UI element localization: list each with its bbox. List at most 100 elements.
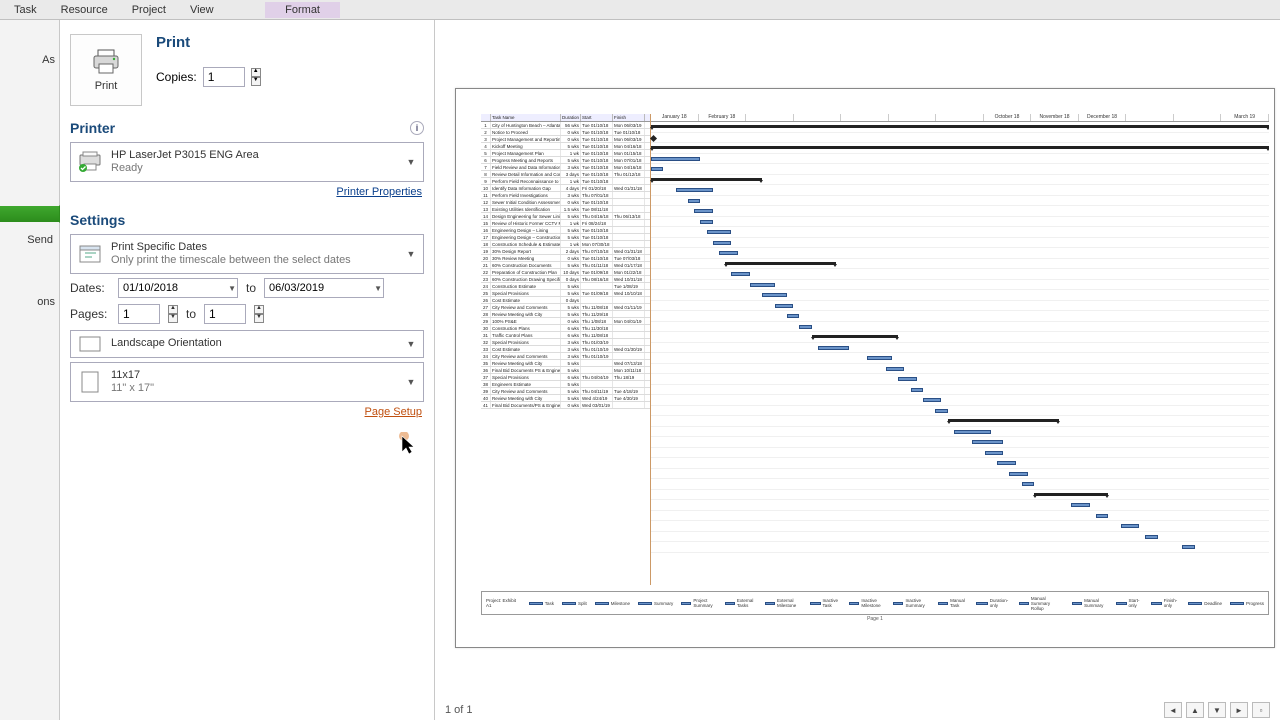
table-row: 41Final Bid Documents/PS & Engineer Esti… [481, 402, 650, 409]
table-row: 13Existing Utilities Identification1.5 w… [481, 206, 650, 213]
calendar-range-icon [77, 241, 103, 267]
table-row: 40Review Meeting with City5 wksWed 4/24/… [481, 395, 650, 402]
copies-spinner[interactable]: ▲▼ [251, 68, 261, 86]
pages-to-spinner[interactable]: ▲▼ [254, 305, 264, 323]
printer-properties-link[interactable]: Printer Properties [336, 186, 422, 198]
print-range-sub: Only print the timescale between the sel… [111, 254, 397, 267]
chevron-down-icon: ▼ [405, 249, 417, 259]
next-page-button[interactable]: ► [1230, 702, 1248, 718]
down-button[interactable]: ▼ [1208, 702, 1226, 718]
pages-label: Pages: [70, 307, 110, 321]
preview-status-bar: 1 of 1 ◄ ▲ ▼ ► ▫ [435, 700, 1280, 720]
table-row: 14Design Engineering for Sewer Lining an… [481, 213, 650, 220]
paper-size-dropdown[interactable]: 11x17 11" x 17" ▼ [70, 362, 424, 402]
table-row: 2360% Construction Drawing Specification… [481, 276, 650, 283]
nav-open[interactable] [0, 84, 59, 96]
orientation-value: Landscape Orientation [111, 337, 397, 350]
table-row: 17Engineering Design – Construction5 wks… [481, 234, 650, 241]
paper-size-title: 11x17 [111, 369, 397, 382]
printer-icon [90, 48, 122, 76]
gantt-chart: January 18February 18October 18November … [651, 114, 1269, 585]
preview-page: Task NameDurationStartFinish 1City of Hu… [455, 88, 1275, 648]
table-row: 8Review Detail Information and Compile B… [481, 171, 650, 178]
table-row: 11Perform Field Investigations3 wksThu 0… [481, 192, 650, 199]
print-settings-panel: Print Print Copies: ▲▼ Printer i HP Lase… [60, 20, 435, 720]
pages-from-spinner[interactable]: ▲▼ [168, 305, 178, 323]
table-row: 36Final Bid Documents PS & Engineers Est… [481, 367, 650, 374]
up-button[interactable]: ▲ [1186, 702, 1204, 718]
table-row: 2160% Construction Documents5 wksThu 01/… [481, 262, 650, 269]
chevron-down-icon: ▼ [405, 157, 417, 167]
prev-page-button[interactable]: ◄ [1164, 702, 1182, 718]
chevron-down-icon: ▼ [405, 339, 417, 349]
nav-send[interactable]: Send [0, 222, 59, 258]
table-row: 16Engineering Design – Lining5 wksTue 01… [481, 227, 650, 234]
page-setup-link[interactable]: Page Setup [365, 406, 423, 418]
actual-size-button[interactable]: ▫ [1252, 702, 1270, 718]
gantt-legend: Project: Exhibit A1TaskSplitMilestoneSum… [481, 591, 1269, 615]
date-to-input[interactable] [264, 278, 384, 298]
printer-device-icon [77, 149, 103, 175]
table-row: 12Sewer Initial Condition Assessment Sur… [481, 199, 650, 206]
table-row: 34City Review and Comments3 wksThu 01/10… [481, 353, 650, 360]
printer-dropdown[interactable]: HP LaserJet P3015 ENG Area Ready ▼ [70, 142, 424, 182]
table-row: 28Review Meeting with City5 wksThu 11/29… [481, 311, 650, 318]
print-range-dropdown[interactable]: Print Specific Dates Only print the time… [70, 234, 424, 274]
table-row: 2Notice to Proceed0 wksTue 01/10/18Tue 0… [481, 129, 650, 136]
table-row: 22Preparation of Construction Plan10 day… [481, 269, 650, 276]
printer-status: Ready [111, 162, 397, 175]
nav-print[interactable] [0, 206, 59, 222]
backstage-nav: As Send ons [0, 20, 60, 720]
table-row: 6Progress Meeting and Reports5 wksTue 01… [481, 157, 650, 164]
copies-input[interactable] [203, 67, 245, 87]
table-row: 29100% PS&E0 wksThu 1/08/18Mon 04/01/19 [481, 318, 650, 325]
tab-format[interactable]: Format [265, 2, 340, 18]
table-row: 25Special Provisions5 wksTue 01/09/18Wed… [481, 290, 650, 297]
date-to-label: to [246, 281, 256, 295]
nav-options[interactable]: ons [0, 290, 59, 314]
table-row: 24Construction Estimate5 wksTue 1/08/19 [481, 283, 650, 290]
print-preview-area: Task NameDurationStartFinish 1City of Hu… [435, 20, 1280, 700]
pages-to-input[interactable] [204, 304, 246, 324]
page-icon [77, 369, 103, 395]
table-row: 10Identify Data Information Gap4 daysFri… [481, 185, 650, 192]
table-row: 5Project Management Plan1 wkTue 01/10/18… [481, 150, 650, 157]
printer-name: HP LaserJet P3015 ENG Area [111, 149, 397, 162]
pages-to-label: to [186, 307, 196, 321]
tab-project[interactable]: Project [120, 2, 178, 18]
table-row: 18Construction Schedule & Estimate1 wkMo… [481, 241, 650, 248]
preview-page-number: Page 1 [481, 616, 1269, 622]
tab-view[interactable]: View [178, 2, 226, 18]
landscape-icon [77, 331, 103, 357]
print-button[interactable]: Print [70, 34, 142, 106]
table-row: 9Perform Field Reconnaissance to View Si… [481, 178, 650, 185]
ribbon-tabs: Task Resource Project View Format [0, 0, 1280, 20]
table-row: 35Review Meeting with City5 wksWed 07/13… [481, 360, 650, 367]
nav-save-as[interactable]: As [0, 48, 59, 72]
pages-from-input[interactable] [118, 304, 160, 324]
printer-heading: Printer [70, 120, 115, 136]
printer-help-icon[interactable]: i [410, 121, 424, 135]
tab-resource[interactable]: Resource [49, 2, 120, 18]
table-row: 27City Review and Comments5 wksThu 11/08… [481, 304, 650, 311]
tab-task[interactable]: Task [2, 2, 49, 18]
table-row: 30Construction Plans6 wksThu 11/30/18 [481, 325, 650, 332]
table-row: 3Project Management and Reporting0 wksTu… [481, 136, 650, 143]
table-row: 1City of Huntington Beach – Atlanta 1 to… [481, 122, 650, 129]
table-row: 33Cost Estimate3 wksThu 01/10/19Wed 01/3… [481, 346, 650, 353]
table-row: 4Kickoff Meeting5 wksTue 01/10/18Mon 04/… [481, 143, 650, 150]
orientation-dropdown[interactable]: Landscape Orientation ▼ [70, 330, 424, 358]
table-row: 2030% Review Meeting0 wksTue 01/10/18Tue… [481, 255, 650, 262]
table-row: 31Traffic Control Plans6 wksThu 11/08/18 [481, 332, 650, 339]
date-from-input[interactable] [118, 278, 238, 298]
dates-label: Dates: [70, 281, 110, 295]
table-row: 32Special Provisions3 wksThu 01/03/19 [481, 339, 650, 346]
print-title: Print [156, 34, 261, 51]
copies-label: Copies: [156, 70, 197, 84]
table-row: 1930% Design Report2 daysThu 07/10/18Wed… [481, 248, 650, 255]
settings-heading: Settings [70, 212, 125, 228]
table-row: 7Field Review and Data Information3 wksT… [481, 164, 650, 171]
table-row: 37Special Provisions6 wksThu 04/04/19Thu… [481, 374, 650, 381]
print-range-title: Print Specific Dates [111, 241, 397, 254]
table-row: 39City Review and Comments5 wksThu 04/11… [481, 388, 650, 395]
